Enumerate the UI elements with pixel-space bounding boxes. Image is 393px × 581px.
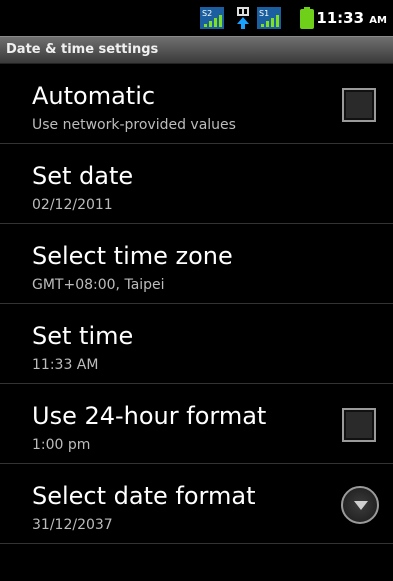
pref-date-format[interactable]: Select date format 31/12/2037: [0, 464, 393, 544]
pref-summary: 11:33 AM: [32, 357, 99, 373]
pref-title: Set date: [32, 162, 134, 190]
status-time-value: 11:33: [316, 9, 365, 27]
status-time-ampm: AM: [369, 15, 387, 26]
pref-title: Automatic: [32, 82, 156, 110]
pref-title: Set time: [32, 322, 134, 350]
pref-automatic[interactable]: Automatic Use network-provided values: [0, 64, 393, 144]
pref-summary: GMT+08:00, Taipei: [32, 277, 165, 293]
chevron-down-icon: [354, 501, 368, 510]
title-bar: Date & time settings: [0, 36, 393, 64]
status-time: 11:33 AM: [316, 9, 387, 27]
pref-title: Select time zone: [32, 242, 233, 270]
data-arrow-icon: [237, 7, 249, 29]
svg-text:S2: S2: [202, 9, 212, 18]
24-hour-checkbox[interactable]: [342, 408, 376, 442]
automatic-checkbox[interactable]: [342, 88, 376, 122]
date-format-dropdown[interactable]: [341, 486, 379, 524]
pref-summary: 02/12/2011: [32, 197, 113, 213]
pref-time-zone[interactable]: Select time zone GMT+08:00, Taipei: [0, 224, 393, 304]
sim1-signal-icon: S1: [257, 7, 281, 29]
status-bar: S2 S1 11:33 AM: [0, 0, 393, 36]
pref-summary: 31/12/2037: [32, 517, 113, 533]
svg-text:S1: S1: [259, 9, 269, 18]
pref-title: Use 24-hour format: [32, 402, 267, 430]
pref-title: Select date format: [32, 482, 256, 510]
pref-set-date[interactable]: Set date 02/12/2011: [0, 144, 393, 224]
preference-list: Automatic Use network-provided values Se…: [0, 64, 393, 544]
pref-summary: Use network-provided values: [32, 117, 236, 133]
pref-summary: 1:00 pm: [32, 437, 91, 453]
pref-24-hour[interactable]: Use 24-hour format 1:00 pm: [0, 384, 393, 464]
page-title: Date & time settings: [6, 42, 159, 57]
battery-icon: [300, 7, 314, 29]
sim2-signal-icon: S2: [200, 7, 224, 29]
pref-set-time[interactable]: Set time 11:33 AM: [0, 304, 393, 384]
